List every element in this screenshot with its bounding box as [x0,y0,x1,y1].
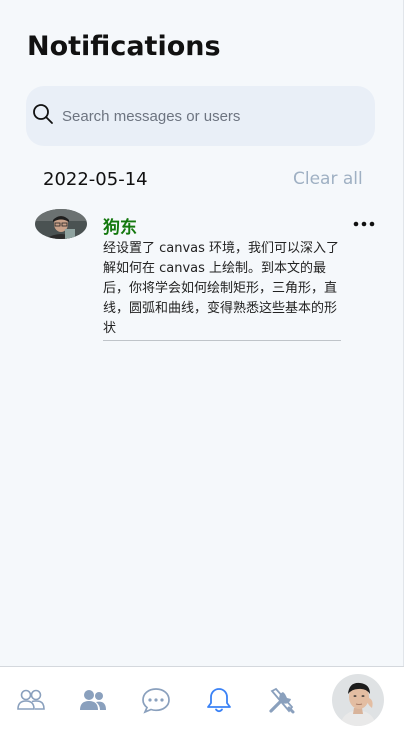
notifications-panel: Notifications 2022-05-14 Clear all 狗东 [0,0,404,666]
contacts-icon[interactable] [16,686,46,714]
notification-date: 2022-05-14 [43,169,148,190]
notification-sender: 狗东 [103,218,137,238]
clear-all-button[interactable]: Clear all [293,169,363,189]
more-options-icon[interactable] [351,214,377,234]
divider [103,340,341,341]
groups-icon[interactable] [78,686,108,714]
bottom-nav [0,666,404,741]
tools-icon[interactable] [267,686,297,714]
search-icon [33,104,53,124]
sender-avatar[interactable] [35,209,87,239]
chat-icon[interactable] [141,686,171,714]
search-box[interactable] [26,86,375,146]
page-title: Notifications [27,31,221,62]
notification-message: 经设置了 canvas 环境，我们可以深入了解如何在 canvas 上绘制。到本… [103,241,340,336]
bell-icon[interactable] [204,686,234,714]
profile-avatar[interactable] [332,674,384,726]
search-input[interactable] [62,104,362,128]
